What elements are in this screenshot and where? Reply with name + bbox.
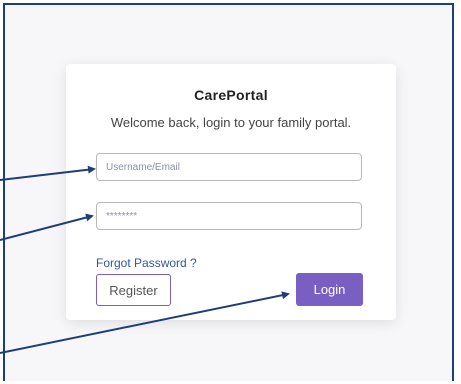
arrow-to-password xyxy=(0,213,94,241)
annotation-arrows xyxy=(0,165,290,354)
arrow-to-username xyxy=(0,165,96,181)
arrow-to-login-button xyxy=(0,291,290,354)
